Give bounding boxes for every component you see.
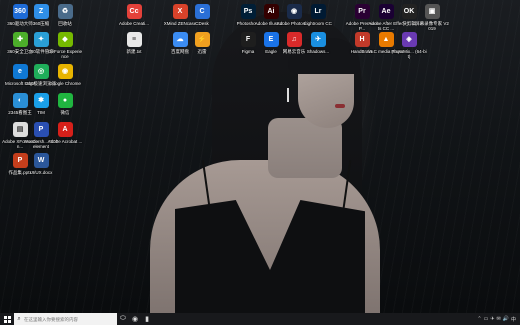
- tray-icons: ⌃ ▭ ✈ ✉ 🔊 中: [477, 316, 516, 323]
- desktop-icon[interactable]: ≡ 新建.txt: [119, 32, 149, 54]
- 360-browser-icon: ◎: [33, 64, 49, 79]
- netease-music-icon: ♫: [286, 32, 302, 47]
- xmind-icon: X: [172, 4, 188, 19]
- start-button[interactable]: [0, 313, 14, 325]
- tray-icon[interactable]: 中: [511, 316, 516, 323]
- after-effects-icon: Ae: [378, 4, 394, 19]
- desktop-icon-label: PhotoMix... (64-bit): [391, 49, 427, 59]
- app-taskbar-icon[interactable]: ▮: [141, 313, 153, 325]
- photoshop-icon: Ps: [240, 4, 256, 19]
- desktop-icon[interactable]: C CDesk: [187, 4, 217, 26]
- desktop-icon-label: Lightroom CC: [304, 21, 332, 26]
- search-input[interactable]: [24, 314, 114, 324]
- tray-icon[interactable]: ▭: [484, 316, 489, 323]
- lightroom-icon: Lr: [310, 4, 326, 19]
- tray-icon[interactable]: ✈: [490, 316, 494, 323]
- geforce-icon: ◆: [57, 32, 73, 47]
- desktop-icon-label: 微信: [60, 110, 70, 115]
- desktop-icon[interactable]: A Adobe Acrobat ...: [47, 122, 83, 144]
- desktop-icon[interactable]: W UI/UX.docx: [26, 153, 56, 175]
- taskbar-pinned: ⬭ ◉ ▮: [117, 313, 153, 325]
- screen-recorder-icon: ▣: [424, 4, 440, 19]
- taskbar: ⌕ ⬭◉▮ ⌃▭✈✉🔊中: [0, 313, 520, 325]
- tray-icon[interactable]: ✉: [497, 316, 501, 323]
- recycle-bin-icon: ♻: [57, 4, 73, 19]
- desktop-icon-label: 回收站: [58, 21, 72, 26]
- photomix-icon: ◈: [401, 32, 417, 47]
- wechat-icon: ●: [57, 93, 73, 108]
- acrobat-icon: A: [57, 122, 73, 137]
- desktop-icon-label: Adobe Creati...: [118, 21, 150, 26]
- kuaijianji-icon: OK: [401, 4, 417, 19]
- desktop-icon-label: GeForce Experience: [47, 49, 82, 59]
- taskbar-search[interactable]: ⌕: [14, 313, 117, 325]
- text-file-icon: ≡: [126, 32, 142, 47]
- eagle-icon: E: [263, 32, 279, 47]
- illustrator-icon: Ai: [263, 4, 279, 19]
- pdfelement-icon: P: [33, 122, 49, 137]
- desktop-icon-label: 新建.txt: [126, 49, 142, 54]
- chrome-icon: ◉: [57, 64, 73, 79]
- desktop: 360 360驱动大师 Z 360压缩 ♻ 回收站 Cc Adobe Creati... X XM…: [0, 0, 520, 313]
- shadowsocks-icon: ✈: [310, 32, 326, 47]
- desktop-icon-label: Adobe Acrobat ...: [47, 139, 83, 144]
- desktop-icon-label: Google Chrome: [49, 81, 81, 86]
- search-icon: ⌕: [17, 315, 21, 322]
- desktop-icon[interactable]: ♻ 回收站: [50, 4, 80, 26]
- desktop-icon-label: 迅雷: [197, 49, 207, 54]
- task-view-icon[interactable]: ⬭: [117, 313, 129, 325]
- tray-icon[interactable]: 🔊: [503, 316, 509, 323]
- adobe-photoshop-icon: ◉: [286, 4, 302, 19]
- docx-file-icon: W: [33, 153, 49, 168]
- figma-icon: F: [240, 32, 256, 47]
- cdesk-icon: C: [194, 4, 210, 19]
- windows-logo-icon: [3, 315, 11, 323]
- desktop-icon[interactable]: ▣ 屏幕录像专家 V2019: [415, 4, 449, 31]
- desktop-icon[interactable]: ● 微信: [50, 93, 80, 115]
- desktop-icon[interactable]: Cc Adobe Creati...: [119, 4, 149, 26]
- vlc-icon: ▲: [378, 32, 394, 47]
- desktop-icon-label: Shadows...: [306, 49, 330, 54]
- handbrake-icon: H: [354, 32, 370, 47]
- tray-icon[interactable]: ⌃: [477, 316, 481, 323]
- desktop-icon-label: 屏幕录像专家 V2019: [415, 21, 449, 31]
- desktop-icon[interactable]: Lr Lightroom CC: [303, 4, 333, 26]
- premiere-icon: Pr: [354, 4, 370, 19]
- desktop-icon-label: UI/UX.docx: [29, 170, 53, 175]
- desktop-icon[interactable]: ⚡ 迅雷: [187, 32, 217, 54]
- tim-icon: ✱: [33, 93, 49, 108]
- xunlei-icon: ⚡: [194, 32, 210, 47]
- desktop-icon[interactable]: ◈ PhotoMix... (64-bit): [391, 32, 427, 59]
- chrome-taskbar-icon[interactable]: ◉: [129, 313, 141, 325]
- desktop-icon-label: CDesk: [195, 21, 209, 26]
- system-tray: ⌃ ▭ ✈ ✉ 🔊 中: [477, 316, 520, 323]
- baidu-netdisk-icon: ☁: [172, 32, 188, 47]
- creative-cloud-icon: Cc: [126, 4, 142, 19]
- desktop-icon[interactable]: ✈ Shadows...: [303, 32, 333, 54]
- desktop-icon[interactable]: ◆ GeForce Experience: [47, 32, 82, 59]
- desktop-icon[interactable]: ◉ Google Chrome: [49, 64, 81, 86]
- 360-software-icon: ✦: [33, 32, 49, 47]
- zip-icon: Z: [33, 4, 49, 19]
